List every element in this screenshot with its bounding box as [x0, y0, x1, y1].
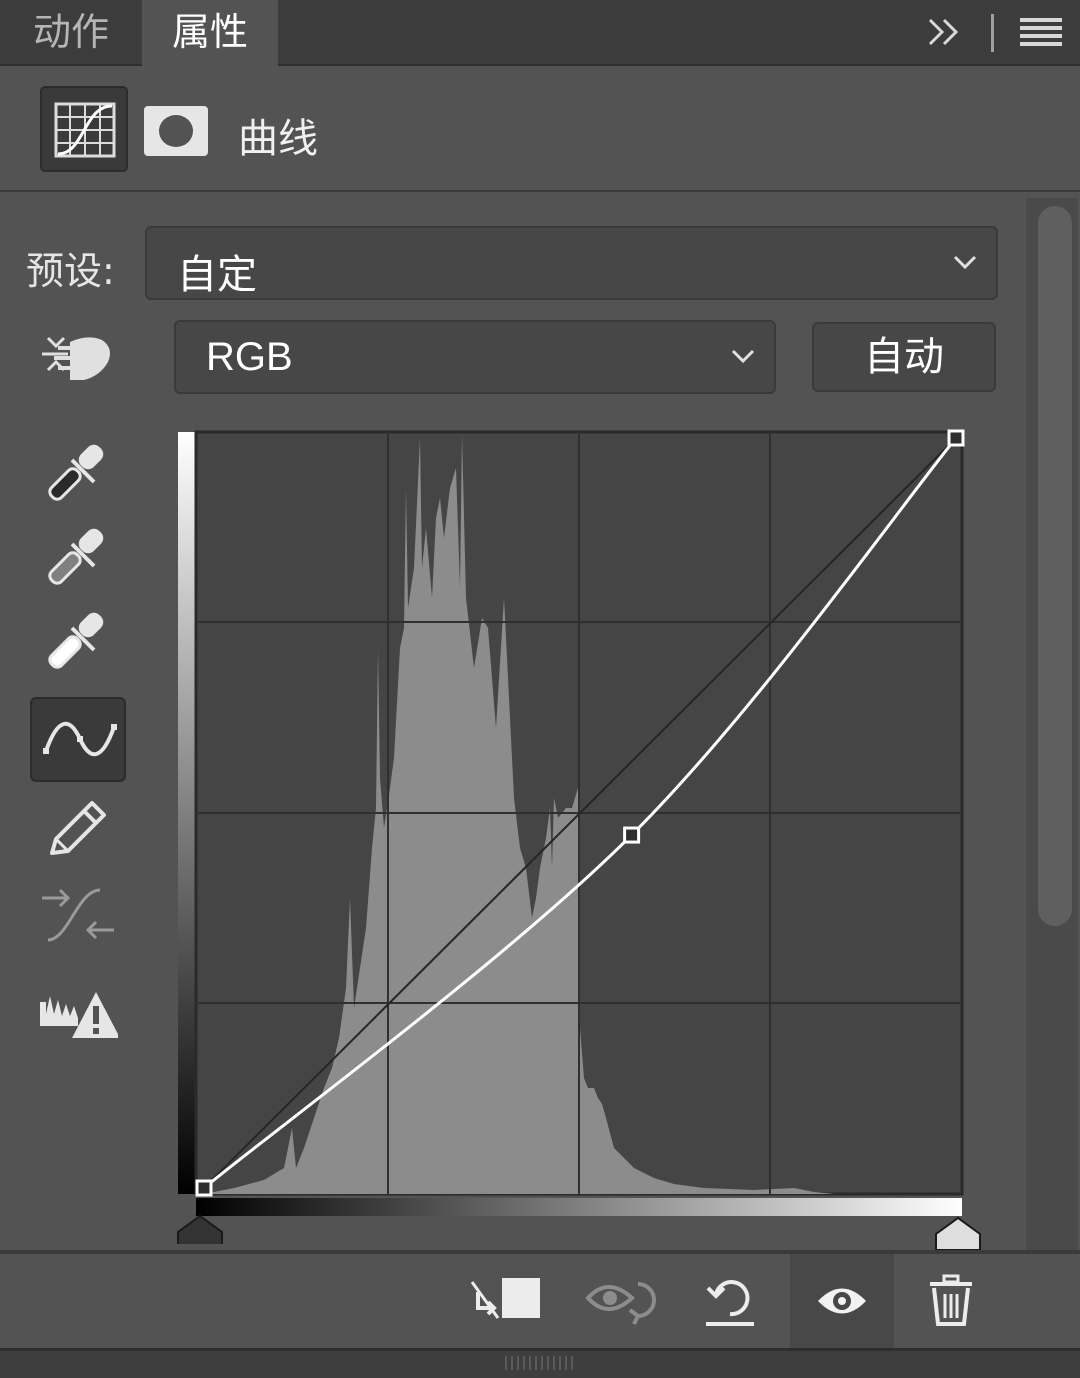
smooth-icon[interactable] [38, 882, 118, 952]
channel-dropdown[interactable]: RGB [174, 320, 776, 394]
tab-properties[interactable]: 属性 [142, 0, 278, 66]
curves-adjustment-icon [54, 102, 116, 158]
mask-icon[interactable] [144, 106, 208, 156]
curves-adjustment-button[interactable] [40, 86, 128, 172]
clipping-warning-icon[interactable] [38, 986, 118, 1056]
visibility-button[interactable] [790, 1254, 894, 1350]
tab-actions[interactable]: 动作 [0, 0, 142, 64]
preset-value: 自定 [177, 252, 257, 298]
resize-grip-icon[interactable] [504, 1356, 576, 1370]
targeted-adjustment-icon[interactable] [38, 324, 118, 394]
curve-edit-icon [43, 721, 117, 757]
input-gradient-bar [196, 1198, 962, 1216]
pencil-icon[interactable] [38, 795, 118, 865]
panel-title: 曲线 [238, 116, 318, 162]
view-previous-icon[interactable] [584, 1276, 658, 1326]
visibility-eye-icon [818, 1288, 866, 1314]
curve-edit-button[interactable] [30, 697, 126, 782]
white-eyedropper-icon[interactable] [38, 608, 118, 678]
black-eyedropper-icon[interactable] [38, 440, 118, 510]
collapse-panel-icon[interactable] [922, 10, 966, 54]
curve-control-point[interactable] [623, 826, 641, 844]
chevron-down-icon [953, 255, 977, 270]
auto-button[interactable]: 自动 [812, 322, 996, 392]
channel-value: RGB [206, 335, 293, 379]
clip-to-layer-icon[interactable] [468, 1274, 544, 1326]
tab-divider [991, 14, 994, 52]
white-point-slider[interactable] [935, 1216, 981, 1251]
reset-icon[interactable] [702, 1274, 758, 1330]
curve-control-point[interactable] [947, 429, 965, 447]
header-divider [0, 190, 1080, 192]
scrollbar-thumb[interactable] [1038, 206, 1072, 926]
panel-menu-icon[interactable] [1020, 16, 1062, 48]
curve-control-point[interactable] [195, 1179, 213, 1197]
curves-graph[interactable] [174, 428, 986, 1254]
black-point-slider[interactable] [177, 1214, 223, 1244]
preset-label: 预设: [26, 249, 115, 293]
chevron-down-icon [731, 349, 755, 364]
preset-dropdown[interactable]: 自定 [145, 226, 998, 300]
gray-eyedropper-icon[interactable] [38, 524, 118, 594]
output-gradient-bar [178, 432, 196, 1194]
trash-icon[interactable] [928, 1274, 974, 1326]
